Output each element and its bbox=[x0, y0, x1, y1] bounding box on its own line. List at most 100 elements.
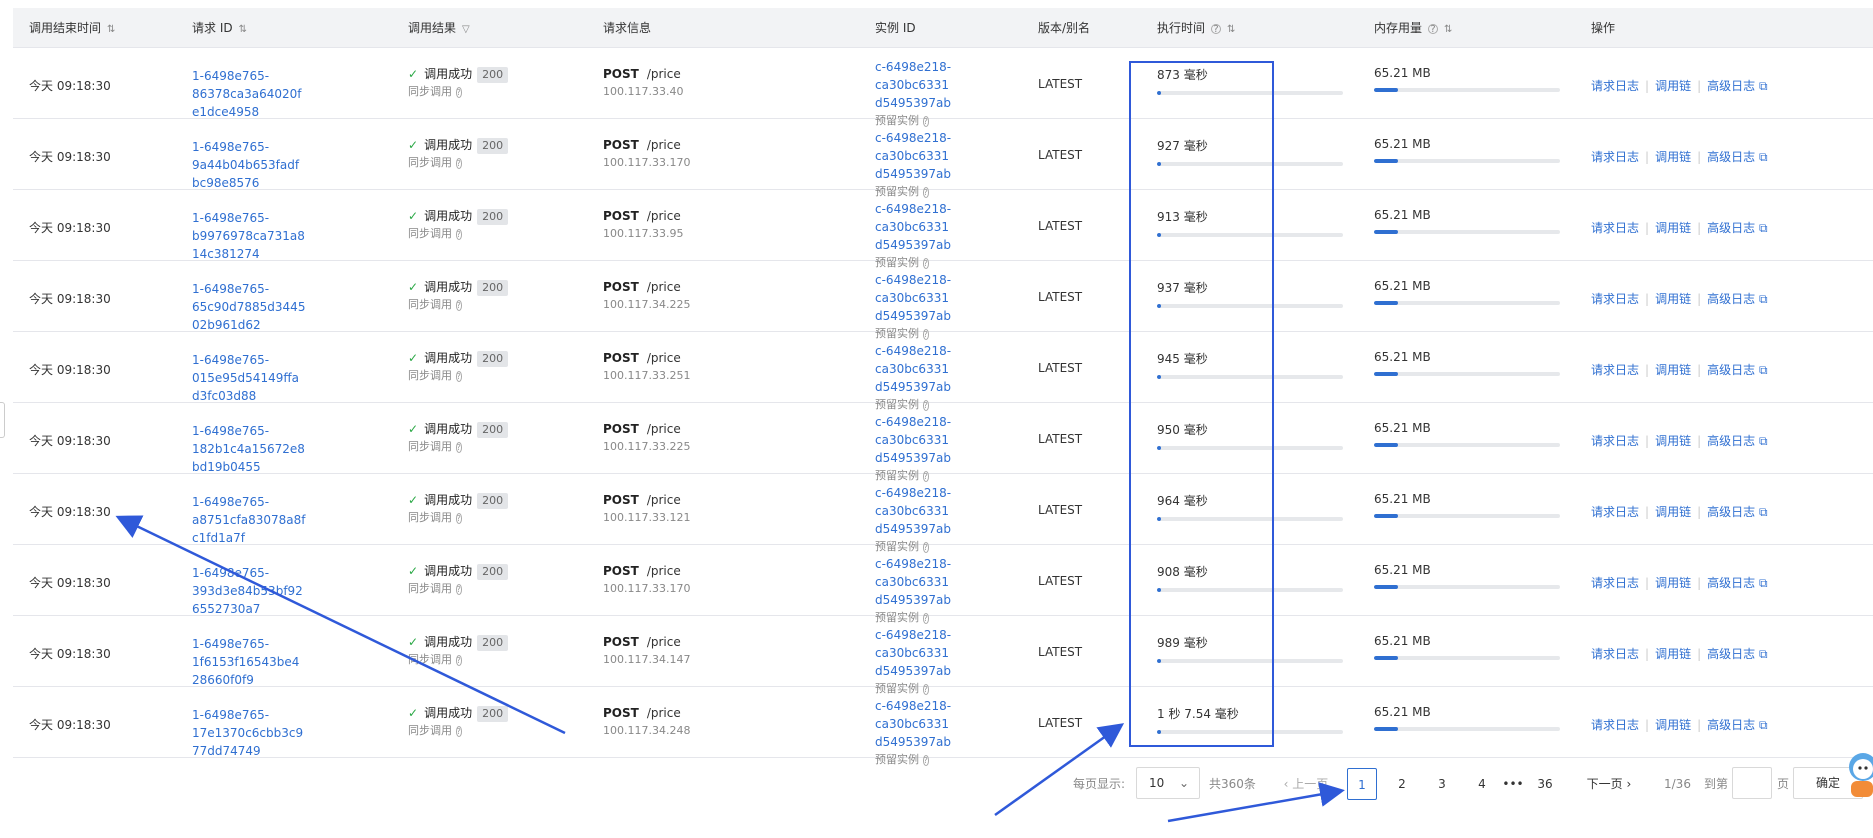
question-circle-icon[interactable]: ? bbox=[455, 512, 462, 524]
request-id-link[interactable]: 1-6498e765-86378ca3a64020f e1dce4958 bbox=[192, 67, 367, 121]
sort-icon[interactable]: ⇅ bbox=[1444, 10, 1452, 50]
request-log-link[interactable]: 请求日志 bbox=[1591, 647, 1639, 661]
question-circle-icon[interactable]: ? bbox=[455, 228, 462, 240]
trace-link[interactable]: 调用链 bbox=[1655, 363, 1691, 377]
request-id-link[interactable]: 1-6498e765-a8751cfa83078a8f c1fd1a7f bbox=[192, 493, 367, 547]
request-id-link[interactable]: 1-6498e765-b9976978ca731a8 14c381274 bbox=[192, 209, 367, 263]
external-link-icon[interactable]: ⧉ bbox=[1759, 79, 1768, 93]
trace-link[interactable]: 调用链 bbox=[1655, 647, 1691, 661]
request-info-cell: POST/price 100.117.33.170 bbox=[603, 562, 690, 598]
advanced-log-link[interactable]: 高级日志 bbox=[1707, 221, 1755, 235]
request-log-link[interactable]: 请求日志 bbox=[1591, 79, 1639, 93]
external-link-icon[interactable]: ⧉ bbox=[1759, 647, 1768, 661]
request-id-link[interactable]: 1-6498e765-17e1370c6cbb3c9 77dd74749 bbox=[192, 706, 367, 760]
external-link-icon[interactable]: ⧉ bbox=[1759, 221, 1768, 235]
question-circle-icon[interactable]: ? bbox=[1211, 23, 1222, 34]
advanced-log-link[interactable]: 高级日志 bbox=[1707, 79, 1755, 93]
sort-icon[interactable]: ⇅ bbox=[239, 10, 247, 50]
side-collapse-tab[interactable] bbox=[0, 402, 5, 438]
advanced-log-link[interactable]: 高级日志 bbox=[1707, 576, 1755, 590]
request-log-link[interactable]: 请求日志 bbox=[1591, 363, 1639, 377]
question-circle-icon[interactable]: ? bbox=[455, 441, 462, 453]
instance-id-link[interactable]: c-6498e218-ca30bc6331 d5495397ab bbox=[875, 342, 1025, 396]
request-log-link[interactable]: 请求日志 bbox=[1591, 576, 1639, 590]
instance-id-link[interactable]: c-6498e218-ca30bc6331 d5495397ab bbox=[875, 555, 1025, 609]
question-circle-icon[interactable]: ? bbox=[455, 157, 462, 169]
request-id-link[interactable]: 1-6498e765-65c90d7885d3445 02b961d62 bbox=[192, 280, 367, 334]
filter-icon[interactable]: ▽ bbox=[462, 10, 470, 50]
request-log-link[interactable]: 请求日志 bbox=[1591, 434, 1639, 448]
page-3-button[interactable]: 3 bbox=[1427, 768, 1457, 800]
instance-id-link[interactable]: c-6498e218-ca30bc6331 d5495397ab bbox=[875, 413, 1025, 467]
question-circle-icon[interactable]: ? bbox=[455, 299, 462, 311]
trace-link[interactable]: 调用链 bbox=[1655, 505, 1691, 519]
trace-link[interactable]: 调用链 bbox=[1655, 576, 1691, 590]
instance-id-link[interactable]: c-6498e218-ca30bc6331 d5495397ab bbox=[875, 129, 1025, 183]
request-id-link[interactable]: 1-6498e765-9a44b04b653fadf bc98e8576 bbox=[192, 138, 367, 192]
advanced-log-link[interactable]: 高级日志 bbox=[1707, 292, 1755, 306]
external-link-icon[interactable]: ⧉ bbox=[1759, 505, 1768, 519]
page-2-button[interactable]: 2 bbox=[1387, 768, 1417, 800]
pagination-ellipsis[interactable]: ••• bbox=[1500, 768, 1526, 800]
trace-link[interactable]: 调用链 bbox=[1655, 718, 1691, 732]
instance-id-link[interactable]: c-6498e218-ca30bc6331 d5495397ab bbox=[875, 58, 1025, 112]
page-last-button[interactable]: 36 bbox=[1530, 768, 1560, 800]
external-link-icon[interactable]: ⧉ bbox=[1759, 434, 1768, 448]
question-circle-icon[interactable]: ? bbox=[455, 654, 462, 666]
advanced-log-link[interactable]: 高级日志 bbox=[1707, 647, 1755, 661]
question-circle-icon[interactable]: ? bbox=[922, 754, 929, 766]
question-circle-icon[interactable]: ? bbox=[455, 370, 462, 382]
request-log-link[interactable]: 请求日志 bbox=[1591, 718, 1639, 732]
external-link-icon[interactable]: ⧉ bbox=[1759, 718, 1768, 732]
header-exec-time[interactable]: 执行时间? ⇅ bbox=[1157, 8, 1235, 48]
per-page-label: 每页显示: bbox=[1073, 777, 1126, 791]
per-page-select[interactable]: 10 ⌄ bbox=[1136, 767, 1200, 799]
trace-link[interactable]: 调用链 bbox=[1655, 150, 1691, 164]
trace-link[interactable]: 调用链 bbox=[1655, 79, 1691, 93]
header-memory[interactable]: 内存用量? ⇅ bbox=[1374, 8, 1452, 48]
next-page-button[interactable]: 下一页 › bbox=[1575, 768, 1643, 800]
external-link-icon[interactable]: ⧉ bbox=[1759, 292, 1768, 306]
instance-id-link[interactable]: c-6498e218-ca30bc6331 d5495397ab bbox=[875, 626, 1025, 680]
request-id-link[interactable]: 1-6498e765-182b1c4a15672e8 bd19b0455 bbox=[192, 422, 367, 476]
header-request-id[interactable]: 请求 ID ⇅ bbox=[192, 8, 247, 48]
status-code-badge: 200 bbox=[477, 351, 509, 367]
end-time: 今天 09:18:30 bbox=[29, 363, 111, 377]
prev-page-button[interactable]: ‹ 上一页 bbox=[1271, 768, 1341, 800]
request-log-link[interactable]: 请求日志 bbox=[1591, 221, 1639, 235]
request-log-link[interactable]: 请求日志 bbox=[1591, 150, 1639, 164]
advanced-log-link[interactable]: 高级日志 bbox=[1707, 505, 1755, 519]
question-circle-icon[interactable]: ? bbox=[1428, 23, 1439, 34]
trace-link[interactable]: 调用链 bbox=[1655, 434, 1691, 448]
request-id-link[interactable]: 1-6498e765-015e95d54149ffa d3fc03d88 bbox=[192, 351, 367, 405]
request-id-link[interactable]: 1-6498e765-1f6153f16543be4 28660f0f9 bbox=[192, 635, 367, 689]
advanced-log-link[interactable]: 高级日志 bbox=[1707, 363, 1755, 377]
external-link-icon[interactable]: ⧉ bbox=[1759, 363, 1768, 377]
advanced-log-link[interactable]: 高级日志 bbox=[1707, 718, 1755, 732]
trace-link[interactable]: 调用链 bbox=[1655, 292, 1691, 306]
header-end-time[interactable]: 调用结束时间 ⇅ bbox=[29, 8, 115, 48]
page-4-button[interactable]: 4 bbox=[1467, 768, 1497, 800]
instance-id-link[interactable]: c-6498e218-ca30bc6331 d5495397ab bbox=[875, 200, 1025, 254]
goto-page-input[interactable] bbox=[1732, 767, 1772, 799]
instance-id-link[interactable]: c-6498e218-ca30bc6331 d5495397ab bbox=[875, 271, 1025, 325]
trace-link[interactable]: 调用链 bbox=[1655, 221, 1691, 235]
request-id-link[interactable]: 1-6498e765-393d3e84b53bf92 6552730a7 bbox=[192, 564, 367, 618]
advanced-log-link[interactable]: 高级日志 bbox=[1707, 434, 1755, 448]
request-log-link[interactable]: 请求日志 bbox=[1591, 505, 1639, 519]
header-result[interactable]: 调用结果 ▽ bbox=[408, 8, 470, 48]
request-log-link[interactable]: 请求日志 bbox=[1591, 292, 1639, 306]
advanced-log-link[interactable]: 高级日志 bbox=[1707, 150, 1755, 164]
question-circle-icon[interactable]: ? bbox=[455, 725, 462, 737]
instance-id-link[interactable]: c-6498e218-ca30bc6331 d5495397ab bbox=[875, 484, 1025, 538]
external-link-icon[interactable]: ⧉ bbox=[1759, 150, 1768, 164]
sort-icon[interactable]: ⇅ bbox=[1227, 10, 1235, 50]
question-circle-icon[interactable]: ? bbox=[455, 583, 462, 595]
assistant-icon[interactable] bbox=[1843, 747, 1873, 807]
page-1-button[interactable]: 1 bbox=[1347, 768, 1377, 800]
external-link-icon[interactable]: ⧉ bbox=[1759, 576, 1768, 590]
question-circle-icon[interactable]: ? bbox=[455, 86, 462, 98]
request-info-cell: POST/price 100.117.34.225 bbox=[603, 278, 690, 314]
instance-id-link[interactable]: c-6498e218-ca30bc6331 d5495397ab bbox=[875, 697, 1025, 751]
sort-icon[interactable]: ⇅ bbox=[107, 10, 115, 50]
